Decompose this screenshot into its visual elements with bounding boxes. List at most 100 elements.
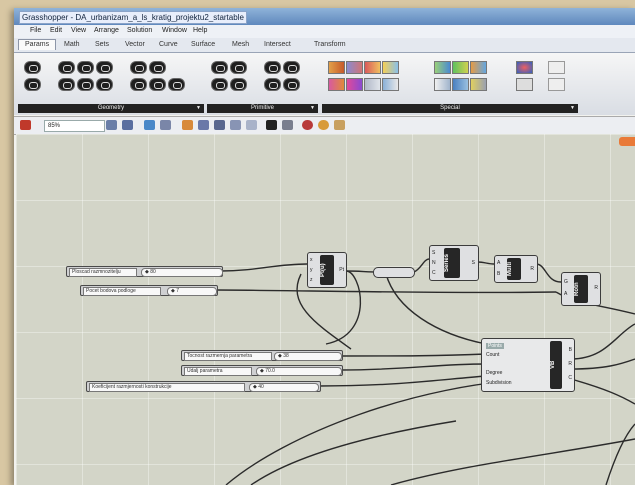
output-port[interactable]: R [594, 285, 598, 291]
slider-value[interactable]: ◆ 40 [249, 383, 319, 392]
definition-canvas[interactable]: Ploscad razmnozitelju ◆ 80 Pocet bodova … [16, 134, 635, 485]
display-icon[interactable] [318, 120, 329, 130]
input-port[interactable]: Count [486, 352, 499, 358]
tab-mesh[interactable]: Mesh [232, 41, 249, 48]
mesh-param-icon[interactable] [96, 78, 113, 91]
input-port[interactable]: B [497, 271, 500, 277]
preview-icon[interactable] [302, 120, 313, 130]
circle-param-icon[interactable] [77, 61, 94, 74]
color-wheel-icon[interactable] [516, 61, 533, 74]
integer-param-icon[interactable] [230, 61, 247, 74]
box-param-icon[interactable] [130, 78, 147, 91]
bezier-icon[interactable] [328, 61, 345, 74]
number-param-icon[interactable] [264, 61, 281, 74]
data-recorder-icon[interactable] [452, 78, 469, 91]
tab-intersect[interactable]: Intersect [264, 41, 291, 48]
slider-value[interactable]: ◆ 38 [274, 352, 342, 361]
slider-value[interactable]: ◆ 80 [141, 268, 223, 277]
domain-param-icon[interactable] [283, 61, 300, 74]
eraser-icon[interactable] [20, 120, 31, 130]
button-icon[interactable] [470, 78, 487, 91]
tab-surface[interactable]: Surface [191, 41, 215, 48]
swatch-icon[interactable] [346, 78, 363, 91]
cluster-icon[interactable] [516, 78, 533, 91]
output-port[interactable]: R [530, 266, 534, 272]
curve-param-icon[interactable] [130, 61, 147, 74]
print-icon[interactable] [230, 120, 241, 130]
sketch-icon[interactable] [144, 120, 155, 130]
output-port[interactable]: B [569, 347, 572, 353]
image-sampler-icon[interactable] [434, 61, 451, 74]
component-vb-script[interactable]: Points Count Degree Subdivision VB B R C [481, 338, 575, 392]
slider-value[interactable]: ◆ 7 [167, 287, 217, 296]
panel-param-icon[interactable] [364, 78, 381, 91]
play-icon[interactable] [266, 120, 277, 130]
slider-icon[interactable] [434, 78, 451, 91]
value-list-icon[interactable] [452, 61, 469, 74]
relay-node[interactable] [373, 267, 415, 278]
tab-params[interactable]: Params [18, 39, 57, 50]
graph-mapper-icon[interactable] [346, 61, 363, 74]
input-port[interactable]: Points [486, 343, 504, 349]
tab-curve[interactable]: Curve [159, 41, 178, 48]
tab-math[interactable]: Math [64, 41, 80, 48]
output-port[interactable]: R [568, 361, 572, 367]
eye-icon[interactable] [160, 120, 171, 130]
gradient-icon[interactable] [364, 61, 381, 74]
input-port[interactable]: Subdivision [486, 380, 512, 386]
arrow-left-icon[interactable] [548, 78, 565, 91]
slider-tocnost[interactable]: Tocnost razmernja parametra ◆ 38 [181, 350, 343, 361]
time-param-icon[interactable] [230, 78, 247, 91]
input-port[interactable]: A [497, 260, 500, 266]
brep-param-icon[interactable] [77, 78, 94, 91]
slider-pocet-bodova[interactable]: Pocet bodova podloge ◆ 7 [80, 285, 218, 296]
menu-view[interactable]: View [71, 27, 86, 34]
panel-label-geometry[interactable]: Geometry ▼ [18, 104, 204, 113]
input-port[interactable]: N [432, 260, 436, 266]
surface-param-icon[interactable] [58, 78, 75, 91]
field-param-icon[interactable] [168, 78, 185, 91]
menu-solution[interactable]: Solution [127, 27, 152, 34]
menu-help[interactable]: Help [193, 27, 207, 34]
save-icon[interactable] [198, 120, 209, 130]
point-param-icon[interactable] [24, 61, 41, 74]
arrow-right-icon[interactable] [548, 61, 565, 74]
menu-file[interactable]: File [30, 27, 41, 34]
menu-edit[interactable]: Edit [50, 27, 62, 34]
input-port[interactable]: C [432, 270, 436, 276]
tab-vector[interactable]: Vector [125, 41, 145, 48]
menu-window[interactable]: Window [162, 27, 187, 34]
export-icon[interactable] [246, 120, 257, 130]
output-port[interactable]: C [568, 375, 572, 381]
geometry-param-icon[interactable] [149, 78, 166, 91]
open-file-icon[interactable] [182, 120, 193, 130]
boolean-param-icon[interactable] [211, 61, 228, 74]
palette-icon[interactable] [328, 78, 345, 91]
color-swatch-icon[interactable] [382, 61, 399, 74]
slider-koeficijent[interactable]: Koeficijent razmjernosti konstrukcije ◆ … [86, 381, 321, 392]
input-port[interactable]: S [432, 250, 435, 256]
output-port[interactable]: S [472, 260, 475, 266]
input-port[interactable]: x [310, 257, 313, 263]
input-port[interactable]: G [564, 279, 568, 285]
input-port[interactable]: A [564, 291, 567, 297]
input-port[interactable]: y [310, 267, 313, 273]
slider-udalj[interactable]: Udalj parametra ◆ 70.0 [181, 365, 343, 376]
component-series[interactable]: S N C Series S [429, 245, 479, 281]
panel-label-special[interactable]: Special ▼ [322, 104, 578, 113]
bake-icon[interactable] [282, 120, 293, 130]
toggle-icon[interactable] [470, 61, 487, 74]
output-port[interactable]: Pt [339, 267, 344, 273]
slider-ploscad[interactable]: Ploscad razmnozitelju ◆ 80 [66, 266, 223, 277]
component-point-xyz[interactable]: x y z Pt(u) Pt [307, 252, 347, 288]
scribble-icon[interactable] [382, 78, 399, 91]
line-param-icon[interactable] [149, 61, 166, 74]
zoom-icon[interactable] [106, 120, 117, 130]
zoom-extents-icon[interactable] [122, 120, 133, 130]
input-port[interactable]: z [310, 277, 313, 283]
menu-arrange[interactable]: Arrange [94, 27, 119, 34]
save-as-icon[interactable] [214, 120, 225, 130]
arc-param-icon[interactable] [96, 61, 113, 74]
tab-transform[interactable]: Transform [314, 41, 346, 48]
component-multiplication[interactable]: A B Multi R [494, 255, 538, 283]
